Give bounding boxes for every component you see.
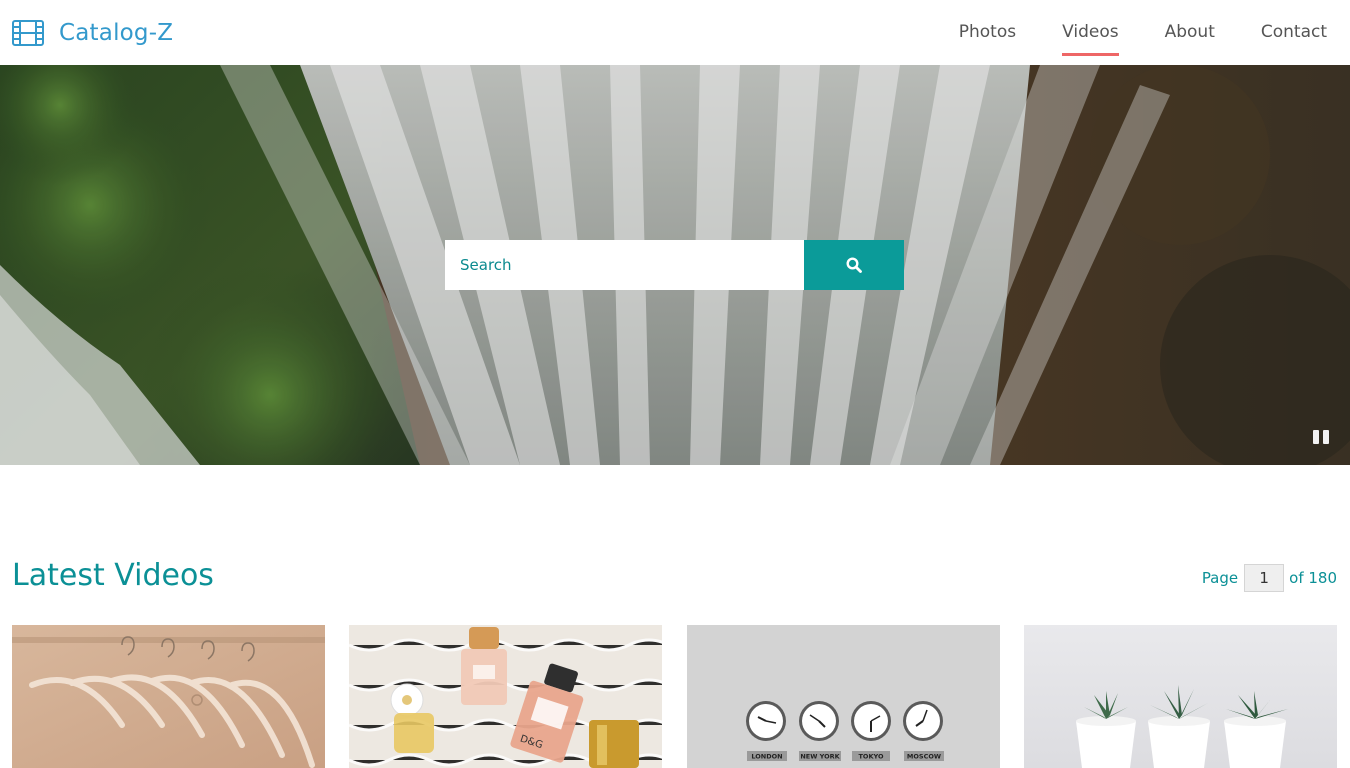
clocks-image: LONDON NEW YORK TOKYO MOSCOW	[687, 625, 1000, 768]
brand-logo-link[interactable]: Catalog-Z	[12, 18, 173, 48]
section-title: Latest Videos	[12, 558, 214, 593]
pause-icon[interactable]	[1313, 430, 1329, 446]
clock-label-tokyo: TOKYO	[859, 753, 884, 761]
video-thumbnail-clocks[interactable]: LONDON NEW YORK TOKYO MOSCOW	[687, 625, 1000, 768]
search-button[interactable]	[804, 240, 904, 290]
search-input[interactable]	[445, 240, 804, 290]
perfumes-image: D&G	[349, 625, 662, 768]
nav-photos-link[interactable]: Photos	[936, 0, 1039, 65]
film-icon	[12, 20, 44, 46]
video-thumbnail-succulents[interactable]	[1024, 625, 1337, 768]
hangers-image	[12, 625, 325, 768]
clock-label-moscow: MOSCOW	[907, 753, 941, 761]
clock-label-london: LONDON	[751, 753, 782, 761]
nav-about-link[interactable]: About	[1142, 0, 1238, 65]
pagination-prefix: Page	[1201, 569, 1239, 587]
hero-video	[0, 65, 1350, 465]
page-number-input[interactable]	[1244, 564, 1285, 592]
brand-name: Catalog-Z	[59, 20, 174, 46]
video-thumbnail-hangers[interactable]	[12, 625, 325, 768]
search-icon	[846, 257, 862, 273]
video-thumbnail-perfumes[interactable]: D&G	[349, 625, 662, 768]
clock-label-new-york: NEW YORK	[800, 753, 840, 761]
search-form	[445, 240, 904, 290]
nav-videos-link[interactable]: Videos	[1039, 0, 1142, 65]
pagination: Page of 180	[1202, 564, 1337, 592]
nav-contact-link[interactable]: Contact	[1238, 0, 1350, 65]
main-nav: Photos Videos About Contact	[936, 0, 1350, 65]
navbar: Catalog-Z Photos Videos About Contact	[0, 0, 1350, 65]
pagination-suffix: of 180	[1289, 569, 1337, 587]
succulents-image	[1024, 625, 1337, 768]
